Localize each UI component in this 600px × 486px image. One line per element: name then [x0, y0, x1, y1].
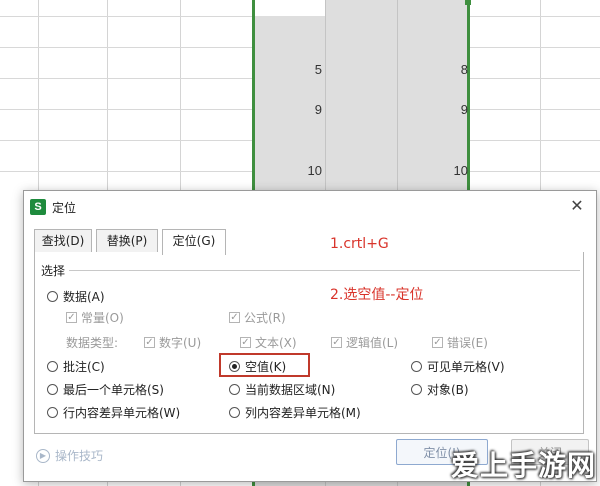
radio-label: 批注(C): [63, 360, 105, 374]
group-divider: [41, 270, 580, 271]
checkbox-label: 公式(R): [244, 311, 286, 325]
tab-replace[interactable]: 替换(P): [96, 229, 158, 252]
cell-value[interactable]: 10: [428, 163, 468, 178]
cell-value[interactable]: 5: [282, 62, 322, 77]
annotation-highlight-box: [219, 353, 310, 377]
dialog-title: 定位: [52, 201, 77, 215]
checkbox-box[interactable]: ✓: [229, 312, 240, 323]
checkbox-box[interactable]: ✓: [432, 337, 443, 348]
radio-current-region[interactable]: 当前数据区域(N): [229, 381, 335, 398]
checkbox-label: 文本(X): [255, 336, 297, 350]
cell-value[interactable]: 8: [428, 62, 468, 77]
radio-row-diff[interactable]: 行内容差异单元格(W): [47, 404, 180, 421]
checkbox-text[interactable]: ✓ 文本(X): [240, 334, 297, 351]
checkbox-label: 逻辑值(L): [346, 336, 399, 350]
checkbox-label: 常量(O): [81, 311, 124, 325]
radio-label: 数据(A): [63, 290, 105, 304]
checkbox-error[interactable]: ✓ 错误(E): [432, 334, 488, 351]
checkbox-box[interactable]: ✓: [66, 312, 77, 323]
radio-visible-cells[interactable]: 可见单元格(V): [411, 358, 505, 375]
active-cell[interactable]: [255, 0, 325, 16]
cell-value[interactable]: 9: [428, 102, 468, 117]
watermark: 爱上手游网: [450, 449, 596, 482]
cell-value[interactable]: 10: [282, 163, 322, 178]
close-icon[interactable]: ✕: [566, 195, 588, 217]
tab-find[interactable]: 查找(D): [34, 229, 92, 252]
radio-circle[interactable]: [47, 407, 58, 418]
annotation-step2: 2.选空值--定位: [330, 287, 424, 303]
radio-label: 列内容差异单元格(M): [245, 406, 361, 420]
data-type-label: 数据类型:: [66, 336, 119, 350]
checkbox-box[interactable]: ✓: [144, 337, 155, 348]
radio-label: 最后一个单元格(S): [63, 383, 164, 397]
radio-circle[interactable]: [411, 361, 422, 372]
radio-circle[interactable]: [47, 384, 58, 395]
goto-dialog: S 定位 ✕ 查找(D) 替换(P) 定位(G) 1.crtl+G 2.选空值-…: [23, 190, 597, 482]
checkbox-box[interactable]: ✓: [240, 337, 251, 348]
tips-label: 操作技巧: [55, 449, 104, 463]
radio-col-diff[interactable]: 列内容差异单元格(M): [229, 404, 361, 421]
spreadsheet-app-icon: S: [30, 199, 46, 215]
radio-label: 当前数据区域(N): [245, 383, 336, 397]
radio-data[interactable]: 数据(A): [47, 288, 105, 305]
radio-label: 可见单元格(V): [427, 360, 505, 374]
radio-circle[interactable]: [47, 361, 58, 372]
radio-circle[interactable]: [47, 291, 58, 302]
annotation-step1: 1.crtl+G: [330, 236, 389, 252]
checkbox-box[interactable]: ✓: [331, 337, 342, 348]
radio-circle[interactable]: [229, 384, 240, 395]
radio-label: 对象(B): [427, 383, 469, 397]
tips-link[interactable]: ▶ 操作技巧: [36, 447, 103, 464]
fill-handle[interactable]: [465, 0, 471, 5]
checkbox-label: 错误(E): [447, 336, 488, 350]
tab-goto[interactable]: 定位(G): [162, 229, 226, 255]
play-icon: ▶: [36, 448, 50, 463]
checkbox-logical[interactable]: ✓ 逻辑值(L): [331, 334, 398, 351]
dialog-title-bar[interactable]: S 定位 ✕: [24, 191, 596, 223]
group-label-select: 选择: [41, 262, 70, 279]
checkbox-constant[interactable]: ✓ 常量(O): [66, 309, 124, 326]
radio-circle[interactable]: [411, 384, 422, 395]
radio-comment[interactable]: 批注(C): [47, 358, 105, 375]
radio-label: 行内容差异单元格(W): [63, 406, 181, 420]
radio-object[interactable]: 对象(B): [411, 381, 469, 398]
radio-circle[interactable]: [229, 407, 240, 418]
checkbox-label: 数字(U): [159, 336, 202, 350]
checkbox-number[interactable]: ✓ 数字(U): [144, 334, 201, 351]
checkbox-formula[interactable]: ✓ 公式(R): [229, 309, 286, 326]
cell-value[interactable]: 9: [282, 102, 322, 117]
radio-last-cell[interactable]: 最后一个单元格(S): [47, 381, 164, 398]
